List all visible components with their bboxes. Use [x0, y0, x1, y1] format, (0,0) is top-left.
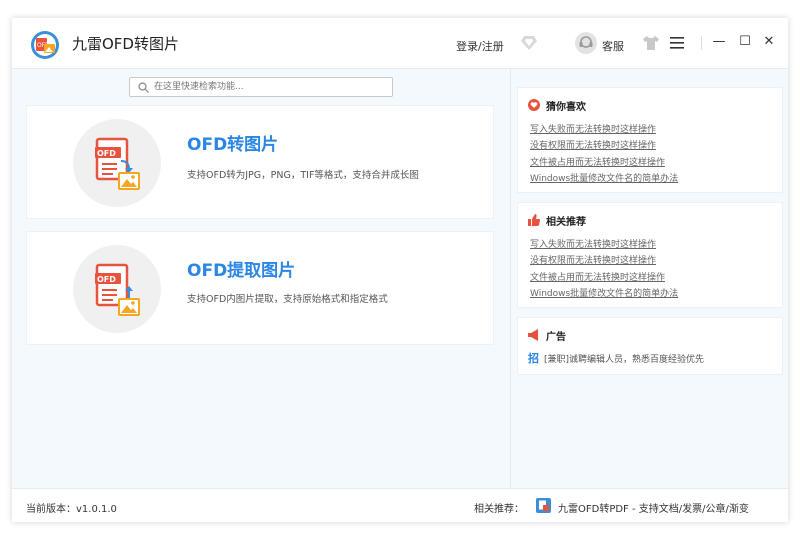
recruit-icon: 招 [528, 352, 539, 365]
ad-text[interactable]: [兼职]诚聘编辑人员，熟悉百度经验优先 [544, 352, 704, 365]
app-title: 九雷OFD转图片 [72, 35, 179, 53]
skin-shirt-icon[interactable] [643, 36, 659, 50]
related-link-list: 写入失败而无法转换时这样操作 没有权限而无法转换时这样操作 文件被占用而无法转换… [530, 237, 678, 303]
version-label: 当前版本：v1.0.1.0 [26, 504, 117, 515]
search-input[interactable] [154, 79, 384, 95]
feature-icon-circle: OFD [73, 119, 161, 207]
status-bar: 当前版本：v1.0.1.0 相关推荐： 九雷OFD转PDF - 支持文档/发票/… [12, 488, 788, 522]
recommend-link[interactable]: 九雷OFD转PDF - 支持文档/发票/公章/渐变 [558, 500, 749, 515]
feature-icon-circle: OFD [73, 245, 161, 333]
main-area: OFD OFD转图片 支持OFD转为JPG，PNG，TIF等格式，支持合并成长图 [12, 68, 788, 489]
login-register-link[interactable]: 登录/注册 [456, 38, 504, 54]
article-link[interactable]: 没有权限而无法转换时这样操作 [530, 138, 678, 154]
feature-pane: OFD OFD转图片 支持OFD转为JPG，PNG，TIF等格式，支持合并成长图 [12, 69, 510, 489]
vip-diamond-icon[interactable] [520, 35, 538, 51]
ad-panel: 广告 招 [兼职]诚聘编辑人员，熟悉百度经验优先 [517, 317, 783, 375]
feature-title: OFD提取图片 [187, 261, 296, 281]
article-link[interactable]: 写入失败而无法转换时这样操作 [530, 237, 678, 253]
svg-text:OFD: OFD [97, 149, 116, 158]
menu-icon[interactable] [670, 37, 684, 49]
feature-card-extract-image[interactable]: OFD OFD提取图片 支持OFD内图片提取，支持原始格式和指定格式 [26, 231, 494, 345]
minimize-button[interactable]: — [712, 35, 726, 49]
svg-text:OFD: OFD [97, 275, 116, 284]
recommend-label: 相关推荐： [474, 504, 524, 515]
sidebar-pane: 猜你喜欢 写入失败而无法转换时这样操作 没有权限而无法转换时这样操作 文件被占用… [510, 69, 788, 489]
article-link[interactable]: 写入失败而无法转换时这样操作 [530, 122, 678, 138]
app-logo-icon: OFD [31, 31, 59, 59]
article-link[interactable]: 文件被占用而无法转换时这样操作 [530, 270, 678, 286]
article-link[interactable]: Windows批量修改文件名的简单办法 [530, 171, 678, 187]
title-bar: OFD 九雷OFD转图片 登录/注册 客服 — ☐ ✕ [12, 18, 788, 68]
close-button[interactable]: ✕ [762, 35, 776, 49]
article-link[interactable]: 文件被占用而无法转换时这样操作 [530, 155, 678, 171]
ofd-extract-image-icon: OFD [95, 263, 140, 316]
search-box[interactable] [129, 77, 393, 97]
ofd-to-pdf-app-icon[interactable] [536, 498, 551, 513]
maximize-button[interactable]: ☐ [738, 35, 752, 49]
panel-title: 相关推荐 [546, 217, 586, 228]
article-link[interactable]: 没有权限而无法转换时这样操作 [530, 253, 678, 269]
feature-description: 支持OFD内图片提取，支持原始格式和指定格式 [187, 294, 388, 305]
panel-title: 猜你喜欢 [546, 102, 586, 113]
headset-icon [579, 36, 593, 48]
titlebar-divider [701, 36, 702, 50]
panel-title: 广告 [546, 332, 566, 343]
guess-you-like-panel: 猜你喜欢 写入失败而无法转换时这样操作 没有权限而无法转换时这样操作 文件被占用… [517, 87, 783, 193]
feature-card-ofd-to-image[interactable]: OFD OFD转图片 支持OFD转为JPG，PNG，TIF等格式，支持合并成长图 [26, 105, 494, 219]
feature-description: 支持OFD转为JPG，PNG，TIF等格式，支持合并成长图 [187, 170, 419, 181]
ofd-to-image-icon: OFD [95, 137, 140, 190]
customer-service-label[interactable]: 客服 [602, 38, 624, 54]
feature-title: OFD转图片 [187, 135, 279, 155]
app-window: OFD 九雷OFD转图片 登录/注册 客服 — ☐ ✕ 在这里快速检索功能...… [12, 18, 788, 522]
related-recommend-panel: 相关推荐 写入失败而无法转换时这样操作 没有权限而无法转换时这样操作 文件被占用… [517, 202, 783, 308]
megaphone-icon [528, 329, 538, 341]
search-icon [138, 82, 149, 93]
customer-service-avatar[interactable] [575, 32, 597, 54]
thumbs-up-icon [528, 214, 540, 226]
article-link[interactable]: Windows批量修改文件名的简单办法 [530, 286, 678, 302]
heart-icon [528, 99, 540, 111]
guess-link-list: 写入失败而无法转换时这样操作 没有权限而无法转换时这样操作 文件被占用而无法转换… [530, 122, 678, 188]
